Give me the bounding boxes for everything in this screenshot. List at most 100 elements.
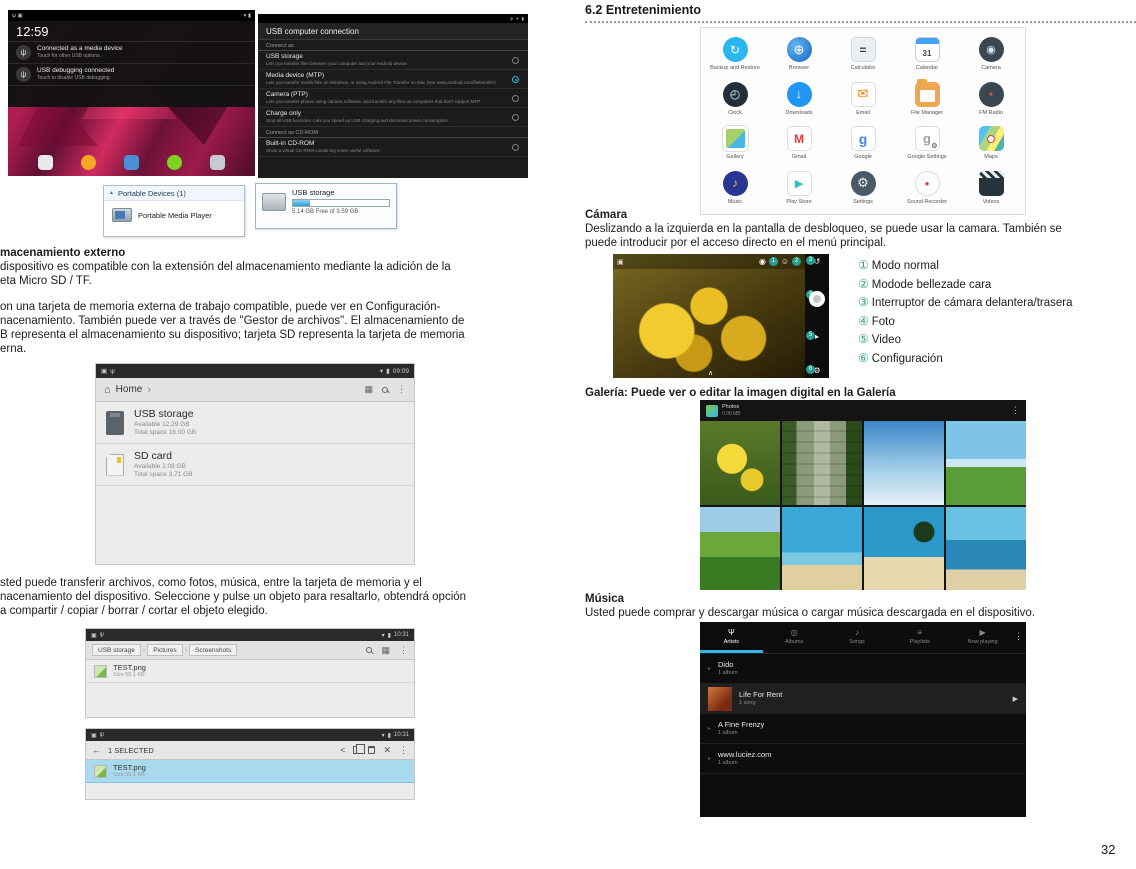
app-file-manager[interactable]: File Manager xyxy=(895,77,959,122)
copy-icon[interactable] xyxy=(353,744,366,754)
app-label: Camera xyxy=(981,65,1001,72)
delete-icon[interactable] xyxy=(368,746,376,754)
option-camera-ptp[interactable]: Camera (PTP) Lets you transfer photos us… xyxy=(258,89,528,108)
expand-chevron-icon[interactable]: ∧ xyxy=(708,369,713,377)
artist-row[interactable]: ▸ A Fine Frenzy 1 album xyxy=(700,714,1026,744)
radio-button[interactable] xyxy=(512,57,519,64)
gmail-icon: M xyxy=(786,126,812,152)
photo-thumbnail[interactable] xyxy=(946,421,1026,505)
photo-thumbnail[interactable] xyxy=(864,506,944,590)
app-sound-recorder[interactable]: ● Sound Recorder xyxy=(895,166,959,211)
app-calendar[interactable]: 31 Calendar xyxy=(895,32,959,77)
view-mode-icon[interactable]: ▦ xyxy=(364,384,373,395)
breadcrumb-screenshots[interactable]: Screenshots xyxy=(189,644,238,656)
dock-app-icon[interactable] xyxy=(124,155,139,170)
shutter-button[interactable] xyxy=(809,291,825,307)
app-settings[interactable]: ⚙ Settings xyxy=(831,166,895,211)
breadcrumb-usb-storage[interactable]: USB storage xyxy=(92,644,141,656)
storage-row-sd[interactable]: SD card Available 2.08 GB Total space 3.… xyxy=(96,444,414,486)
photo-thumbnail[interactable] xyxy=(946,506,1026,590)
search-icon[interactable] xyxy=(382,386,388,393)
home-icon[interactable]: ⌂ xyxy=(104,384,111,396)
legend-line: ⑥ Configuración xyxy=(858,350,1072,369)
app-backup[interactable]: ↻ Backup and Restore xyxy=(703,32,767,77)
dock-app-icon[interactable] xyxy=(80,155,96,170)
app-email[interactable]: ✉ Email xyxy=(831,77,895,122)
photo-thumbnail[interactable] xyxy=(700,421,780,505)
app-clock[interactable]: ◴ Clock xyxy=(703,77,767,122)
artist-row[interactable]: ▸ Dido 1 album xyxy=(700,654,1026,684)
breadcrumb-pictures[interactable]: Pictures xyxy=(147,644,183,656)
tab-artists[interactable]: Ψ Artists xyxy=(700,622,763,653)
overflow-menu-icon[interactable]: ⋮ xyxy=(397,384,406,395)
breadcrumb[interactable]: Home xyxy=(116,384,143,395)
dock-app-icon[interactable] xyxy=(167,155,183,170)
file-row[interactable]: TEST.png Size 55.1 KB xyxy=(86,660,414,683)
file-name: TEST.png xyxy=(113,663,146,672)
page-number: 32 xyxy=(1101,842,1116,857)
gallery-caption: Galería: Puede ver o editar la imagen di… xyxy=(585,387,896,399)
photo-thumbnail[interactable] xyxy=(782,421,862,505)
overflow-menu-icon[interactable]: ⋮ xyxy=(399,745,408,756)
overflow-menu-icon[interactable]: ⋮ xyxy=(1011,405,1020,416)
thumbnail-icon[interactable]: ▣ xyxy=(617,258,624,266)
photo-thumbnail[interactable] xyxy=(700,506,780,590)
storage-row-usb[interactable]: USB storage Available 12.29 GB Total spa… xyxy=(96,402,414,444)
tab-albums[interactable]: ◎ Albums xyxy=(763,622,826,653)
radio-button[interactable] xyxy=(512,114,519,121)
app-label: File Manager xyxy=(910,109,944,116)
option-builtin-cdrom[interactable]: Built-in CD-ROM Show a virtual CD-ROM co… xyxy=(258,138,528,157)
option-media-device-mtp[interactable]: Media device (MTP) Lets you transfer med… xyxy=(258,70,528,89)
video-record-icon[interactable]: ▸ xyxy=(815,332,819,341)
app-google[interactable]: g Google xyxy=(831,121,895,166)
text-line: erna. xyxy=(0,343,27,355)
backup-icon: ↻ xyxy=(722,37,748,63)
app-label: Calendar xyxy=(915,65,939,72)
app-calculator[interactable]: = Calculator xyxy=(831,32,895,77)
normal-mode-icon[interactable]: ◉ xyxy=(759,257,766,266)
dock-app-icon[interactable] xyxy=(37,155,53,170)
overflow-menu-icon[interactable]: ⋮ xyxy=(399,645,408,656)
radio-button-selected[interactable] xyxy=(512,76,519,83)
callout-2: 2 xyxy=(792,257,801,266)
tab-now-playing[interactable]: ▶ Now playing xyxy=(951,622,1014,653)
drive-icon xyxy=(262,193,286,211)
photo-thumbnail[interactable] xyxy=(782,506,862,590)
tab-playlists[interactable]: ≡ Playlists xyxy=(888,622,951,653)
app-play-store[interactable]: ▶ Play Store xyxy=(767,166,831,211)
app-videos[interactable]: Videos xyxy=(959,166,1023,211)
back-icon[interactable]: ← xyxy=(92,745,101,755)
share-icon[interactable]: < xyxy=(340,745,345,755)
app-fm-radio[interactable]: ● FM Radio xyxy=(959,77,1023,122)
app-browser[interactable]: ⊕ Browser xyxy=(767,32,831,77)
app-downloads[interactable]: ↓ Downloads xyxy=(767,77,831,122)
app-music[interactable]: ♪ Music xyxy=(703,166,767,211)
dock-app-icon[interactable] xyxy=(210,155,226,170)
photo-thumbnail[interactable] xyxy=(864,421,944,505)
play-arrow-icon[interactable]: ▶ xyxy=(1013,695,1018,703)
option-charge-only[interactable]: Charge only Stop all USB functions. Lets… xyxy=(258,108,528,127)
overflow-menu-icon[interactable]: ⋮ xyxy=(1014,631,1023,642)
album-row-highlighted[interactable]: Life For Rent 1 song ▶ xyxy=(700,684,1026,714)
app-camera[interactable]: ◉ Camera xyxy=(959,32,1023,77)
option-usb-storage[interactable]: USB storage Lets you transfer files betw… xyxy=(258,51,528,70)
radio-button[interactable] xyxy=(512,95,519,102)
selected-file-row[interactable]: TEST.png Size 55.1 KB xyxy=(86,760,414,783)
view-mode-icon[interactable]: ▦ xyxy=(381,645,390,656)
status-bar: ▣ ψ ▾ ▮ 09:09 xyxy=(96,364,414,378)
cut-icon[interactable]: ✕ xyxy=(383,745,391,756)
tab-label: Artists xyxy=(723,638,740,645)
search-icon[interactable] xyxy=(366,647,373,653)
app-gmail[interactable]: M Gmail xyxy=(767,121,831,166)
notification-item[interactable]: ψ USB debugging connected Touch to disab… xyxy=(8,64,255,86)
tab-songs[interactable]: ♪ Songs xyxy=(826,622,889,653)
notification-item[interactable]: ψ Connected as a media device Touch for … xyxy=(8,42,255,64)
app-gallery[interactable]: Gallery xyxy=(703,121,767,166)
radio-button[interactable] xyxy=(512,144,519,151)
artist-row[interactable]: ▸ www.luciez.com 1 album xyxy=(700,744,1026,774)
dialog-header[interactable]: ▲ Portable Devices (1) xyxy=(104,186,244,201)
beauty-face-icon[interactable]: ☺ xyxy=(781,257,789,266)
device-item[interactable]: Portable Media Player xyxy=(104,201,244,229)
app-google-settings[interactable]: g Google Settings xyxy=(895,121,959,166)
app-maps[interactable]: Maps xyxy=(959,121,1023,166)
